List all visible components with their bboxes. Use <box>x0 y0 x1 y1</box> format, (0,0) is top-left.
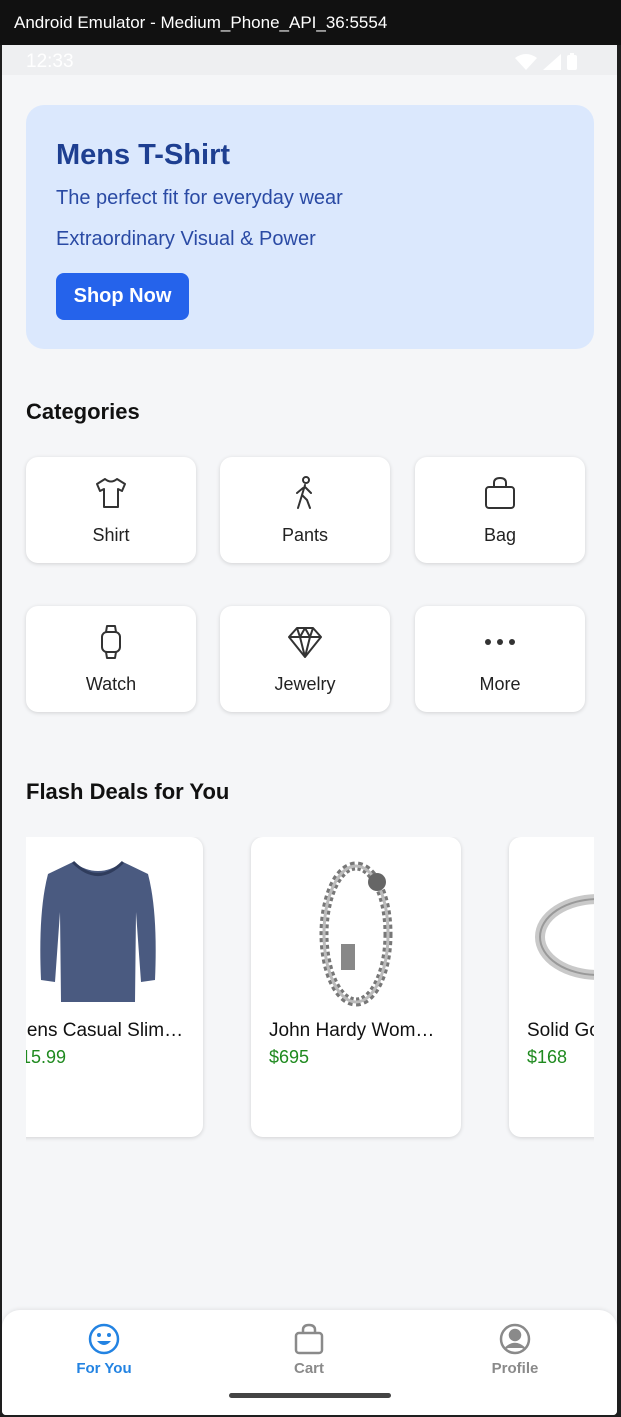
category-more[interactable]: More <box>415 606 585 712</box>
categories-title: Categories <box>26 399 140 424</box>
nav-label: Profile <box>491 1360 539 1377</box>
flash-deals-carousel[interactable]: Mens Casual Slim… $15.99 John Hardy Wom…… <box>26 837 594 1147</box>
deal-price: $15.99 <box>26 1047 67 1067</box>
nav-profile[interactable]: Profile <box>455 1322 575 1377</box>
smiley-icon <box>88 1323 120 1355</box>
category-label: Watch <box>85 674 137 694</box>
category-label: Shirt <box>92 525 130 545</box>
more-dots-icon <box>415 624 585 660</box>
deal-card[interactable]: John Hardy Wom… $695 <box>251 837 461 1137</box>
promo-banner: Mens T-Shirt The perfect fit for everyda… <box>26 105 594 349</box>
nav-label: For You <box>76 1360 132 1377</box>
walking-person-icon <box>220 475 390 511</box>
deal-card[interactable]: Mens Casual Slim… $15.99 <box>26 837 203 1137</box>
category-jewelry[interactable]: Jewelry <box>220 606 390 712</box>
category-watch[interactable]: Watch <box>26 606 196 712</box>
category-label: Bag <box>483 525 517 545</box>
home-indicator[interactable] <box>229 1393 391 1398</box>
deal-name: Mens Casual Slim… <box>26 1020 184 1041</box>
category-label: More <box>479 674 521 694</box>
status-time: 12:33 <box>26 51 74 72</box>
nav-cart[interactable]: Cart <box>249 1322 369 1377</box>
deal-price: $168 <box>527 1047 568 1067</box>
banner-title: Mens T-Shirt <box>56 139 231 171</box>
banner-tagline: Extraordinary Visual & Power <box>56 228 316 250</box>
shirt-icon <box>26 475 196 511</box>
status-icons <box>515 53 577 70</box>
category-shirt[interactable]: Shirt <box>26 457 196 563</box>
category-bag[interactable]: Bag <box>415 457 585 563</box>
watch-icon <box>26 624 196 660</box>
product-image-bracelet <box>251 847 461 1017</box>
shop-now-button[interactable]: Shop Now <box>56 273 189 320</box>
battery-icon <box>567 53 577 70</box>
banner-subtitle: The perfect fit for everyday wear <box>56 187 343 209</box>
emulator-title-bar: Android Emulator - Medium_Phone_API_36:5… <box>0 0 621 45</box>
wifi-icon <box>515 53 537 70</box>
flash-deals-title: Flash Deals for You <box>26 779 230 804</box>
bag-icon <box>294 1323 324 1355</box>
product-image-ring <box>509 847 594 1017</box>
category-label: Pants <box>281 525 329 545</box>
deal-card[interactable]: Solid Go $168 <box>509 837 594 1137</box>
user-circle-icon <box>499 1323 531 1355</box>
deal-name: John Hardy Wom… <box>269 1020 435 1041</box>
status-bar: 12:33 <box>2 45 617 75</box>
deal-price: $695 <box>269 1047 310 1067</box>
category-label: Jewelry <box>274 674 336 694</box>
bottom-navigation: For You Cart Profile <box>2 1310 617 1415</box>
deal-name: Solid Go <box>527 1020 594 1041</box>
signal-icon <box>543 53 561 70</box>
bag-icon <box>415 475 585 511</box>
nav-label: Cart <box>293 1360 324 1377</box>
category-pants[interactable]: Pants <box>220 457 390 563</box>
nav-for-you[interactable]: For You <box>44 1322 164 1377</box>
window-title: Android Emulator - Medium_Phone_API_36:5… <box>14 12 388 32</box>
product-image-sweater <box>26 847 203 1017</box>
diamond-icon <box>220 624 390 660</box>
phone-screen: 12:33 Mens T-Shirt The perfect fit for e… <box>2 45 617 1415</box>
